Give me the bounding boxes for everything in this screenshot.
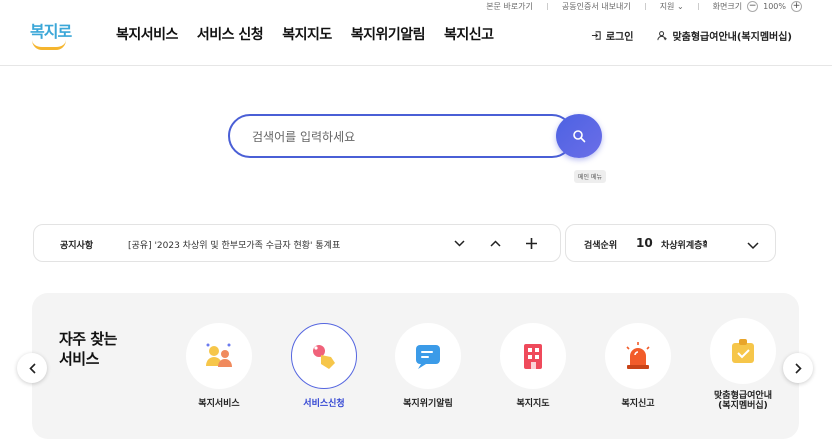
ranking-expand-button[interactable] [747,235,759,254]
siren-icon [626,342,650,369]
chevron-up-icon [489,239,501,247]
utility-bar: 본문 바로가기 공동인증서 내보내기 지원 ⌄ 화면크기 − 100% + [486,0,802,12]
nav-welfare-report[interactable]: 복지신고 [444,24,494,44]
service-label: 복지서비스 [198,399,240,409]
membership-label: 맞춤형급여안내(복지멤버십) [672,32,792,43]
notice-text[interactable]: [공유] '2023 차상위 및 한부모가족 수급자 현황' 통계표 [128,238,340,251]
nav-welfare-services[interactable]: 복지서비스 [116,24,178,44]
service-icon-circle [291,323,357,389]
support-label: 지원 [659,1,675,11]
search-box [228,114,574,158]
service-label: 복지지도 [516,399,550,409]
building-icon [524,344,542,369]
service-item-membership[interactable]: 맞춤형급여안내 (복지멤버십) [693,318,793,411]
service-icon-circle [710,318,776,384]
logo-text: 복지로 [30,22,72,41]
login-button[interactable]: 로그인 [591,28,634,43]
service-item-welfare-map[interactable]: 복지지도 [483,323,583,409]
notice-bar: 공지사항 [공유] '2023 차상위 및 한부모가족 수급자 현황' 통계표 [33,224,561,262]
zoom-in-button[interactable]: + [791,0,802,12]
service-icon-circle [395,323,461,389]
service-label: 복지위기알림 [403,399,453,409]
divider [697,2,699,10]
service-icon-circle [605,323,671,389]
nav-service-application[interactable]: 서비스 신청 [197,24,264,44]
service-item-crisis-alert[interactable]: 복지위기알림 [378,323,478,409]
people-icon [206,343,232,367]
zoom-label: 화면크기 [712,1,743,11]
search-input[interactable] [252,128,552,146]
header-actions: 로그인 맞춤형급여안내(복지멤버십) [591,28,792,43]
login-icon [591,31,601,40]
notice-label: 공지사항 [60,241,94,251]
search-area [228,114,602,158]
divider [644,2,646,10]
service-icon-circle [186,323,252,389]
zoom-value: 100% [763,1,786,11]
carousel-prev-button[interactable] [17,353,47,383]
tooltip: 메인 메뉴 [574,170,606,183]
service-label: 복지신고 [621,399,655,409]
search-button[interactable] [556,114,602,158]
panel-title: 자주 찾는 서비스 [59,330,117,368]
support-dropdown[interactable]: 지원 ⌄ [660,1,684,12]
notice-next-button[interactable] [452,234,466,252]
logo-smile-icon [32,40,66,50]
logo[interactable]: 복지로 [30,18,72,52]
ranking-term[interactable]: 차상위계층확인 [661,238,707,251]
zoom-out-button[interactable]: − [747,0,759,12]
divider [546,2,548,10]
ranking-label: 검색순위 [584,241,618,251]
membership-icon [732,339,754,363]
service-icon-circle [500,323,566,389]
skip-link[interactable]: 본문 바로가기 [486,1,533,12]
notice-controls [452,234,538,252]
service-label: 서비스신청 [303,399,345,409]
message-icon [416,345,440,369]
search-icon [573,130,586,143]
notice-prev-button[interactable] [488,234,502,252]
chevron-right-icon [794,362,802,374]
chevron-left-icon [28,362,36,374]
service-item-report[interactable]: 복지신고 [588,323,688,409]
login-label: 로그인 [605,32,634,43]
chevron-down-icon [453,239,465,247]
ranking-number: 10 [636,236,653,250]
chevron-down-icon [747,242,759,250]
membership-button[interactable]: 맞춤형급여안내(복지멤버십) [657,28,792,43]
hand-click-icon [313,345,335,369]
service-item-welfare[interactable]: 복지서비스 [169,323,269,409]
notice-more-button[interactable] [524,234,538,252]
user-plus-icon [657,31,668,41]
nav-welfare-map[interactable]: 복지지도 [282,24,332,44]
main-nav: 복지서비스 서비스 신청 복지지도 복지위기알림 복지신고 [116,24,494,44]
service-label: 맞춤형급여안내 (복지멤버십) [714,391,772,411]
cert-export-link[interactable]: 공동인증서 내보내기 [562,1,631,12]
search-ranking[interactable]: 검색순위 10 차상위계층확인 [565,224,776,262]
zoom-control: 화면크기 − 100% + [712,0,802,12]
service-item-application[interactable]: 서비스신청 [274,323,374,409]
plus-icon [525,237,537,249]
header: 복지로 복지서비스 서비스 신청 복지지도 복지위기알림 복지신고 로그인 맞춤… [0,12,832,66]
nav-crisis-alert[interactable]: 복지위기알림 [351,24,426,44]
